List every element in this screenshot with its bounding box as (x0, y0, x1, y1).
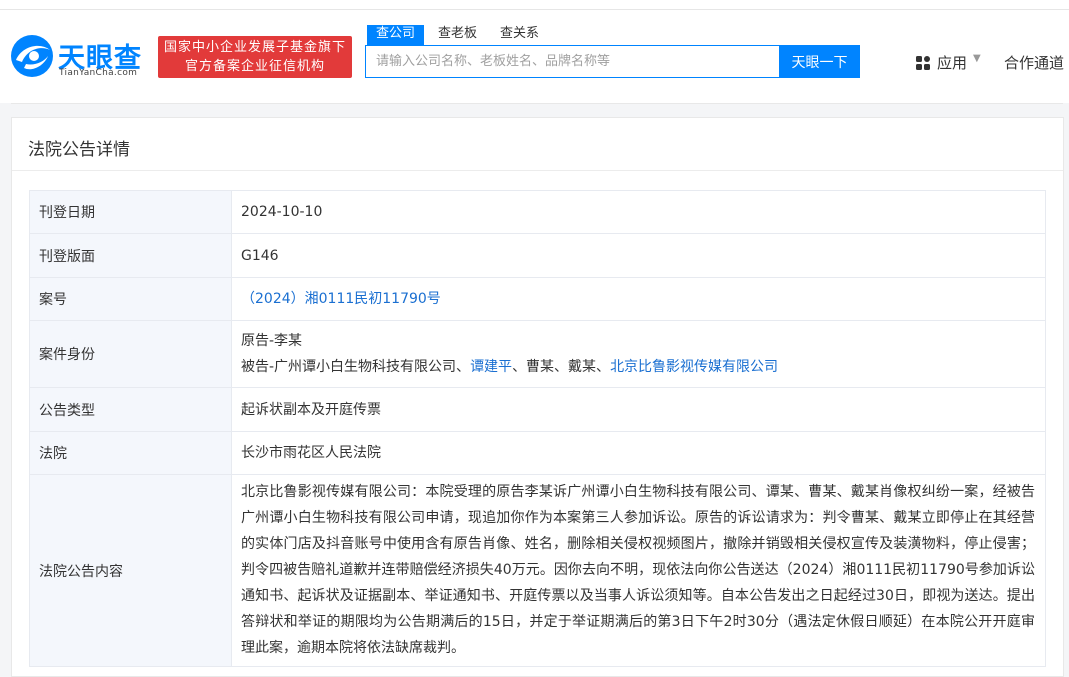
row-key-content: 法院公告内容 (29, 474, 232, 667)
row-value-content: 北京比鲁影视传媒有限公司：本院受理的原告李某诉广州谭小白生物科技有限公司、谭某、… (231, 474, 1046, 667)
row-value-identity: 原告-李某 被告-广州谭小白生物科技有限公司、谭建平、曹某、戴某、北京比鲁影视传… (231, 320, 1046, 388)
official-badge: 国家中小企业发展子基金旗下 官方备案企业征信机构 (158, 36, 352, 78)
search-input[interactable] (365, 45, 780, 78)
row-value-publish-page: G146 (231, 233, 1046, 278)
table-row: 刊登版面 G146 (29, 233, 1046, 278)
site-logo[interactable]: 天眼查 TianYanCha.com (10, 34, 150, 82)
apps-grid-icon (916, 56, 930, 70)
row-key-notice-type: 公告类型 (29, 387, 232, 432)
defendant-prefix: 被告-广州谭小白生物科技有限公司、 (241, 359, 471, 375)
row-value-court: 长沙市雨花区人民法院 (231, 431, 1046, 475)
apps-label: 应用 (937, 54, 968, 72)
table-row: 刊登日期 2024-10-10 (29, 190, 1046, 234)
tab-relation[interactable]: 查关系 (500, 25, 539, 45)
top-divider (0, 9, 1069, 10)
card-title-divider (12, 170, 1063, 171)
badge-line-2: 官方备案企业征信机构 (184, 59, 325, 74)
court-notice-card: 法院公告详情 刊登日期 2024-10-10 刊登版面 G146 案号 （202… (11, 117, 1064, 677)
row-value-case-number: （2024）湘0111民初11790号 (231, 277, 1046, 321)
defendant-mid: 、曹某、戴某、 (512, 359, 611, 375)
notice-detail-table: 刊登日期 2024-10-10 刊登版面 G146 案号 （2024）湘0111… (29, 190, 1046, 667)
plaintiff-text: 原告-李某 (241, 333, 303, 349)
tab-company[interactable]: 查公司 (367, 25, 425, 45)
defendant-link-tan[interactable]: 谭建平 (470, 359, 512, 375)
chevron-down-icon: ▼ (973, 53, 981, 64)
table-row: 案号 （2024）湘0111民初11790号 (29, 277, 1046, 321)
tab-boss[interactable]: 查老板 (438, 25, 477, 45)
defendant-line: 被告-广州谭小白生物科技有限公司、谭建平、曹某、戴某、北京比鲁影视传媒有限公司 (241, 354, 1035, 380)
row-key-case-number: 案号 (29, 277, 232, 321)
search-button[interactable]: 天眼一下 (779, 45, 860, 78)
table-row: 案件身份 原告-李某 被告-广州谭小白生物科技有限公司、谭建平、曹某、戴某、北京… (29, 320, 1046, 388)
table-row: 法院公告内容 北京比鲁影视传媒有限公司：本院受理的原告李某诉广州谭小白生物科技有… (29, 474, 1046, 667)
row-key-publish-page: 刊登版面 (29, 233, 232, 278)
header-bottom-divider (11, 103, 1063, 104)
row-key-court: 法院 (29, 431, 232, 475)
logo-subtitle: TianYanCha.com (59, 68, 138, 78)
partner-channel-link[interactable]: 合作通道 (1004, 52, 1064, 73)
table-row: 公告类型 起诉状副本及开庭传票 (29, 387, 1046, 432)
case-number-link[interactable]: （2024）湘0111民初11790号 (241, 291, 441, 307)
row-value-notice-type: 起诉状副本及开庭传票 (231, 387, 1046, 432)
row-key-identity: 案件身份 (29, 320, 232, 388)
badge-line-1: 国家中小企业发展子基金旗下 (163, 40, 346, 55)
top-header: 天眼查 TianYanCha.com 国家中小企业发展子基金旗下 官方备案企业征… (0, 0, 1069, 103)
row-value-publish-date: 2024-10-10 (231, 190, 1046, 234)
row-key-publish-date: 刊登日期 (29, 190, 232, 234)
logo-eye-icon (11, 35, 53, 77)
defendant-link-bilu[interactable]: 北京比鲁影视传媒有限公司 (610, 359, 778, 375)
card-title: 法院公告详情 (28, 140, 130, 160)
table-row: 法院 长沙市雨花区人民法院 (29, 431, 1046, 475)
